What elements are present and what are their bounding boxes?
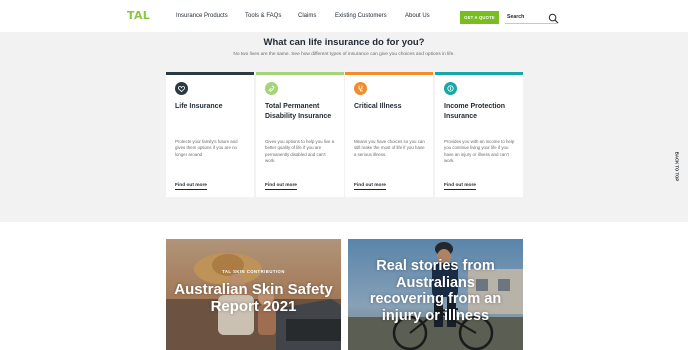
card-description: Protects your family's future and gives … bbox=[175, 139, 238, 157]
nav-claims[interactable]: Claims bbox=[298, 13, 316, 19]
card-description: Gives you options to help you live a bet… bbox=[265, 139, 335, 164]
get-a-quote-button[interactable]: GET A QUOTE bbox=[460, 11, 499, 24]
back-to-top-button[interactable]: BACK TO TOP bbox=[671, 148, 681, 188]
heart-icon bbox=[175, 82, 188, 95]
find-out-more-link[interactable]: Find out more bbox=[175, 183, 207, 190]
tile-headline: Australian Skin Safety Report 2021 bbox=[174, 281, 333, 315]
site-header: TAL Insurance Products Tools & FAQs Clai… bbox=[0, 0, 688, 32]
hand-icon bbox=[265, 82, 278, 95]
nav-tools-faqs[interactable]: Tools & FAQs bbox=[245, 13, 281, 19]
card-accent-bar bbox=[166, 72, 254, 75]
card-income-protection[interactable]: Income Protection Insurance Provides you… bbox=[435, 72, 523, 197]
find-out-more-link[interactable]: Find out more bbox=[444, 183, 476, 190]
card-title: Life Insurance bbox=[175, 103, 223, 110]
tile-kicker: TAL SKIN CONTRIBUTION bbox=[222, 269, 285, 274]
card-description: Provides you with an income to help you … bbox=[444, 139, 515, 164]
tile-headline: Real stories from Australians recovering… bbox=[369, 258, 502, 324]
card-title: Critical Illness bbox=[354, 103, 402, 110]
card-accent-bar bbox=[435, 72, 523, 75]
insurance-options-section bbox=[0, 32, 688, 222]
card-title: Total Permanent Disability Insurance bbox=[265, 103, 332, 120]
find-out-more-link[interactable]: Find out more bbox=[354, 183, 386, 190]
find-out-more-link[interactable]: Find out more bbox=[265, 183, 297, 190]
section-title: What can life insurance do for you? bbox=[263, 37, 425, 48]
back-to-top-label: BACK TO TOP bbox=[674, 151, 680, 182]
card-critical-illness[interactable]: Critical Illness Means you have choices … bbox=[345, 72, 433, 197]
search-input[interactable]: Search bbox=[507, 14, 524, 20]
coin-icon bbox=[444, 82, 457, 95]
card-tpd-insurance[interactable]: Total Permanent Disability Insurance Giv… bbox=[256, 72, 344, 197]
nav-existing-customers[interactable]: Existing Customers bbox=[335, 13, 387, 19]
section-subtitle: No two lives are the same. See how diffe… bbox=[233, 52, 455, 57]
real-stories-tile[interactable]: Real stories from Australians recovering… bbox=[348, 239, 523, 350]
card-title: Income Protection Insurance bbox=[444, 103, 506, 120]
tal-logo[interactable]: TAL bbox=[127, 9, 150, 22]
card-accent-bar bbox=[345, 72, 433, 75]
medical-icon bbox=[354, 82, 367, 95]
search-icon[interactable] bbox=[548, 13, 559, 24]
skin-safety-report-tile[interactable]: TAL SKIN CONTRIBUTION Australian Skin Sa… bbox=[166, 239, 341, 350]
nav-insurance-products[interactable]: Insurance Products bbox=[176, 13, 228, 19]
card-accent-bar bbox=[256, 72, 344, 75]
card-life-insurance[interactable]: Life Insurance Protects your family's fu… bbox=[166, 72, 254, 197]
nav-about-us[interactable]: About Us bbox=[405, 13, 430, 19]
card-description: Means you have choices so you can still … bbox=[354, 139, 425, 157]
